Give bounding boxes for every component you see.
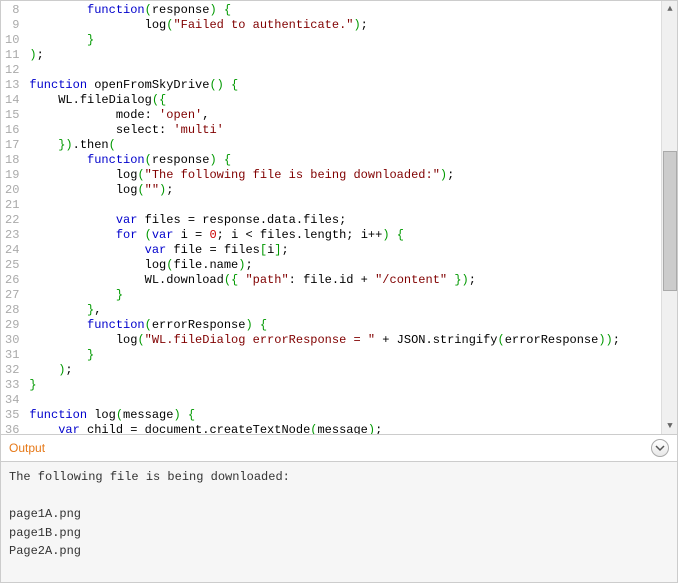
scroll-down-arrow[interactable]: ▼ [662, 418, 677, 434]
output-panel-header: Output [1, 435, 677, 462]
line-number: 12 [5, 63, 19, 78]
line-number: 14 [5, 93, 19, 108]
scroll-up-arrow[interactable]: ▲ [662, 1, 677, 17]
code-line[interactable]: var file = files[i]; [29, 243, 657, 258]
code-line[interactable]: WL.download({ "path": file.id + "/conten… [29, 273, 657, 288]
code-line[interactable]: } [29, 378, 657, 393]
code-line[interactable]: select: 'multi' [29, 123, 657, 138]
editor-container: 8910111213141516171819202122232425262728… [0, 0, 678, 583]
line-number: 27 [5, 288, 19, 303]
code-line[interactable]: function(errorResponse) { [29, 318, 657, 333]
line-number-gutter: 8910111213141516171819202122232425262728… [1, 1, 25, 434]
line-number: 18 [5, 153, 19, 168]
code-line[interactable]: ); [29, 363, 657, 378]
line-number: 11 [5, 48, 19, 63]
line-number: 10 [5, 33, 19, 48]
line-number: 28 [5, 303, 19, 318]
code-line[interactable]: function log(message) { [29, 408, 657, 423]
line-number: 29 [5, 318, 19, 333]
code-line[interactable] [29, 198, 657, 213]
code-line[interactable]: function(response) { [29, 3, 657, 18]
code-line[interactable]: log(file.name); [29, 258, 657, 273]
code-line[interactable] [29, 393, 657, 408]
code-line[interactable]: function openFromSkyDrive() { [29, 78, 657, 93]
collapse-output-button[interactable] [651, 439, 669, 457]
line-number: 30 [5, 333, 19, 348]
code-line[interactable]: var files = response.data.files; [29, 213, 657, 228]
code-line[interactable]: ); [29, 48, 657, 63]
line-number: 17 [5, 138, 19, 153]
line-number: 34 [5, 393, 19, 408]
output-line: page1B.png [9, 524, 669, 543]
scrollbar-thumb[interactable] [663, 151, 677, 291]
line-number: 25 [5, 258, 19, 273]
output-panel-body[interactable]: The following file is being downloaded: … [1, 462, 677, 582]
code-line[interactable]: log("WL.fileDialog errorResponse = " + J… [29, 333, 657, 348]
output-title: Output [9, 441, 45, 455]
line-number: 20 [5, 183, 19, 198]
line-number: 36 [5, 423, 19, 435]
code-line[interactable]: }).then( [29, 138, 657, 153]
line-number: 26 [5, 273, 19, 288]
line-number: 32 [5, 363, 19, 378]
code-line[interactable]: } [29, 348, 657, 363]
line-number: 24 [5, 243, 19, 258]
code-editor[interactable]: 8910111213141516171819202122232425262728… [1, 1, 677, 435]
line-number: 9 [5, 18, 19, 33]
code-content[interactable]: function(response) { log("Failed to auth… [25, 1, 661, 434]
code-line[interactable]: WL.fileDialog({ [29, 93, 657, 108]
code-line[interactable]: } [29, 288, 657, 303]
code-line[interactable]: } [29, 33, 657, 48]
output-line: The following file is being downloaded: [9, 468, 669, 487]
line-number: 35 [5, 408, 19, 423]
vertical-scrollbar[interactable]: ▲ ▼ [661, 1, 677, 434]
line-number: 33 [5, 378, 19, 393]
output-line: page1A.png [9, 505, 669, 524]
code-line[interactable]: function(response) { [29, 153, 657, 168]
line-number: 16 [5, 123, 19, 138]
code-line[interactable]: log("Failed to authenticate."); [29, 18, 657, 33]
line-number: 15 [5, 108, 19, 123]
line-number: 8 [5, 3, 19, 18]
code-line[interactable]: }, [29, 303, 657, 318]
line-number: 22 [5, 213, 19, 228]
code-line[interactable]: for (var i = 0; i < files.length; i++) { [29, 228, 657, 243]
code-line[interactable] [29, 63, 657, 78]
line-number: 31 [5, 348, 19, 363]
line-number: 23 [5, 228, 19, 243]
line-number: 13 [5, 78, 19, 93]
code-line[interactable]: mode: 'open', [29, 108, 657, 123]
output-line: Page2A.png [9, 542, 669, 561]
output-line [9, 487, 669, 506]
line-number: 21 [5, 198, 19, 213]
code-line[interactable]: log("The following file is being downloa… [29, 168, 657, 183]
code-line[interactable]: log(""); [29, 183, 657, 198]
line-number: 19 [5, 168, 19, 183]
code-line[interactable]: var child = document.createTextNode(mess… [29, 423, 657, 435]
chevron-down-icon [655, 443, 665, 453]
